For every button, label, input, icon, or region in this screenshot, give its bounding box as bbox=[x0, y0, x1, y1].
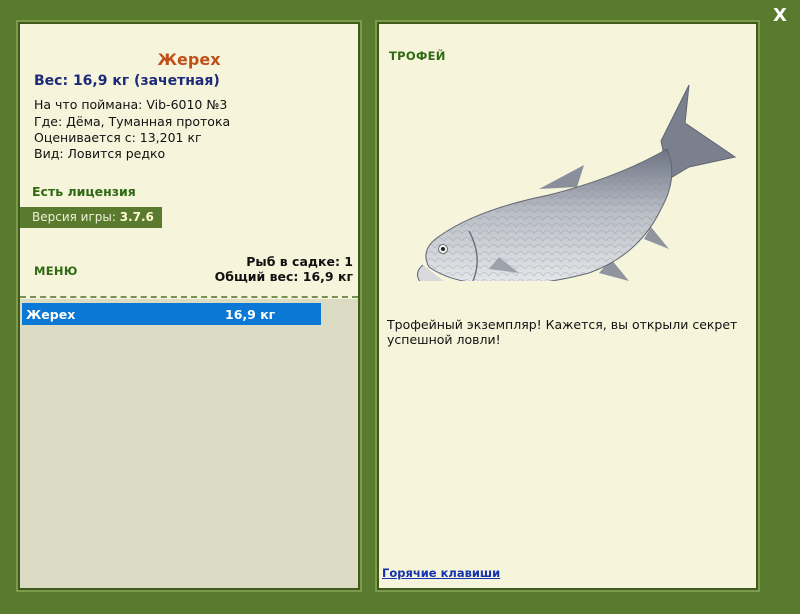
menu-button[interactable]: МЕНЮ bbox=[34, 264, 78, 278]
fish-name: Жерех bbox=[157, 50, 221, 69]
license-status: Есть лицензия bbox=[32, 184, 136, 199]
hotkeys-link[interactable]: Горячие клавиши bbox=[382, 566, 500, 580]
fish-count: Рыб в садке: 1 bbox=[246, 254, 353, 269]
location-info: Где: Дёма, Туманная протока bbox=[34, 114, 231, 129]
asp-fish-image bbox=[417, 84, 737, 281]
list-item-name: Жерех bbox=[26, 307, 76, 322]
rarity-info: Вид: Ловится редко bbox=[34, 146, 166, 161]
total-weight: Общий вес: 16,9 кг bbox=[214, 269, 353, 284]
version-number: 3.7.6 bbox=[119, 210, 154, 224]
version-label: Версия игры: bbox=[32, 210, 116, 224]
valuation-info: Оценивается с: 13,201 кг bbox=[34, 130, 202, 145]
list-item[interactable]: Жерех 16,9 кг bbox=[22, 303, 321, 325]
close-button[interactable]: X bbox=[770, 6, 790, 26]
trophy-description: Трофейный экземпляр! Кажется, вы открыли… bbox=[387, 317, 738, 347]
divider bbox=[20, 296, 358, 298]
version-badge: Версия игры: 3.7.6 bbox=[20, 207, 162, 228]
list-item-weight: 16,9 кг bbox=[225, 307, 276, 322]
fish-weight: Вес: 16,9 кг (зачетная) bbox=[34, 73, 220, 89]
catch-info-panel: Жерех Вес: 16,9 кг (зачетная) На что пой… bbox=[18, 22, 360, 590]
close-icon: X bbox=[773, 5, 787, 26]
cage-stats: Рыб в садке: 1 Общий вес: 16,9 кг bbox=[215, 254, 353, 284]
bait-info: На что поймана: Vib-6010 №3 bbox=[34, 97, 228, 112]
cage-list: Жерех 16,9 кг bbox=[20, 299, 358, 588]
trophy-panel: ТРОФЕЙ Трофейный экземпляр! Кажется, вы … bbox=[377, 22, 758, 590]
